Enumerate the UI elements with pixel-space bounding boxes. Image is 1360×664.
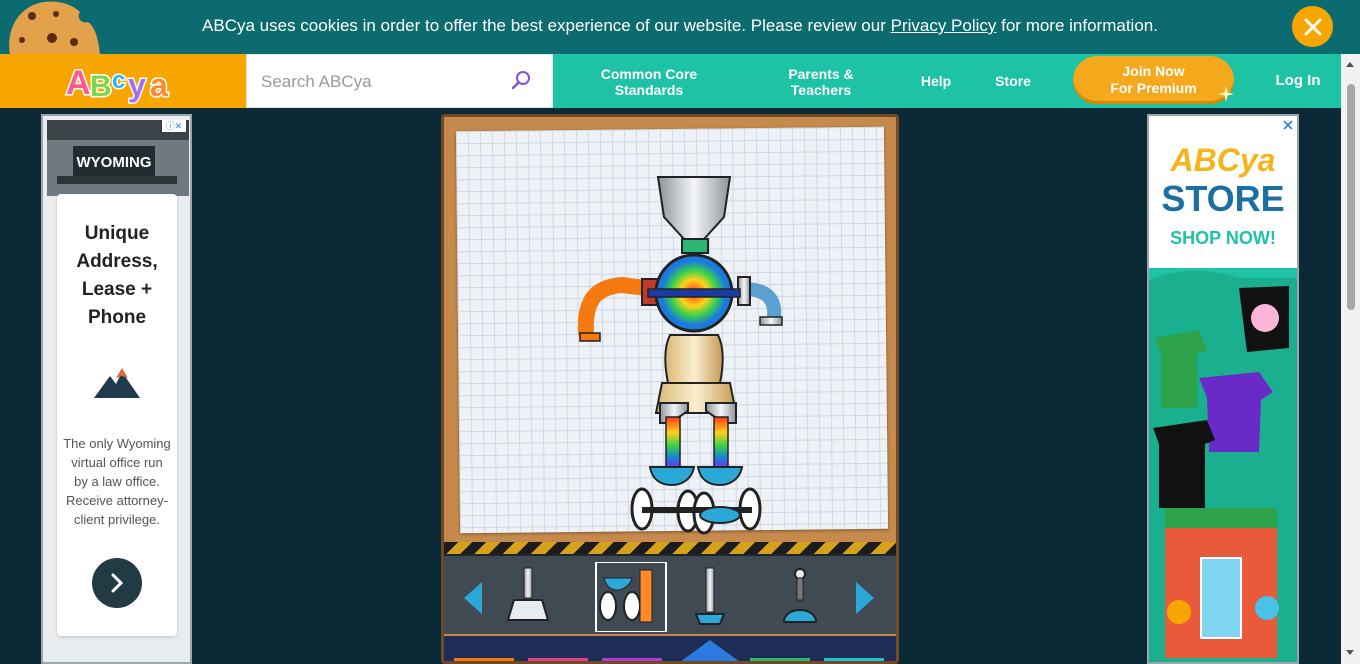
ad-store-image: [1149, 268, 1297, 662]
search-input[interactable]: [261, 69, 501, 95]
page-scrollbar[interactable]: [1341, 54, 1360, 664]
left-ad[interactable]: WYOMING ⓘ✕ Unique Address, Lease + Phone…: [41, 114, 192, 664]
right-ad[interactable]: ABCya STORE SHOP NOW!: [1147, 114, 1299, 664]
robot: [577, 176, 783, 535]
ad-close-button[interactable]: [1281, 118, 1295, 132]
cookie-close-button[interactable]: [1292, 6, 1333, 47]
ad-store-logo: ABCya: [1170, 142, 1276, 178]
tray-prev-arrow[interactable]: [464, 582, 482, 614]
search-icon[interactable]: [510, 69, 532, 91]
ad-headline-line: Lease +: [81, 279, 153, 300]
svg-text:a: a: [150, 67, 168, 103]
ad-headline-line: Address,: [76, 251, 158, 272]
ad-shop-now[interactable]: SHOP NOW!: [1149, 228, 1297, 249]
scroll-thumb[interactable]: [1347, 84, 1355, 310]
part-steel-leg[interactable]: [502, 562, 554, 632]
ad-store-title: STORE: [1161, 178, 1285, 219]
ad-store-header: ABCya STORE SHOP NOW!: [1149, 116, 1297, 268]
search-box: [246, 54, 553, 108]
part-rainbow-leg[interactable]: [592, 562, 668, 632]
nav-parents-teachers[interactable]: Parents & Teachers: [766, 66, 876, 98]
ad-headline-line: Phone: [87, 307, 147, 328]
cookie-text-before: ABCya uses cookies in order to offer the…: [202, 16, 891, 35]
category-tab-teal[interactable]: [824, 658, 884, 661]
main-nav: A B c y a Common Core Standards Parents …: [0, 54, 1341, 108]
part-plunger-leg[interactable]: [774, 562, 826, 632]
category-tab-pink[interactable]: [528, 658, 588, 661]
nav-common-core-line2: Standards: [614, 82, 684, 98]
privacy-policy-link[interactable]: Privacy Policy: [891, 16, 997, 35]
nav-common-core[interactable]: Common Core Standards: [584, 66, 714, 98]
close-icon: [1304, 18, 1321, 35]
nav-store[interactable]: Store: [986, 73, 1040, 89]
game-canvas[interactable]: [441, 114, 899, 664]
svg-text:c: c: [112, 67, 125, 94]
ad-body: The only Wyoming virtual office run by a…: [57, 434, 177, 529]
scroll-up-arrow[interactable]: [1346, 62, 1354, 67]
category-tab-green[interactable]: [750, 658, 810, 661]
cookie-text-after: for more information.: [996, 16, 1158, 35]
nav-help[interactable]: Help: [910, 73, 962, 89]
nav-common-core-line1: Common Core: [600, 66, 698, 82]
cookie-message: ABCya uses cookies in order to offer the…: [0, 16, 1360, 36]
category-tab-purple[interactable]: [602, 658, 662, 661]
logo-area: A B c y a: [0, 54, 246, 108]
ad-body-line: client privilege.: [74, 512, 160, 527]
ad-choices-icon[interactable]: ⓘ✕: [162, 120, 186, 132]
nav-parents-line1: Parents &: [788, 66, 854, 82]
tray-next-arrow[interactable]: [856, 582, 874, 614]
ad-body-line: by a law office.: [74, 474, 160, 489]
parts-tray: [444, 554, 896, 634]
svg-text:B: B: [90, 70, 112, 103]
join-premium-button[interactable]: Join Now For Premium: [1073, 56, 1234, 104]
premium-line1: Join Now: [1122, 63, 1185, 79]
ad-body-line: The only Wyoming: [63, 436, 171, 451]
part-spring-leg[interactable]: [684, 562, 736, 632]
hazard-stripe: [444, 542, 896, 554]
mountain-logo-icon: [94, 368, 140, 398]
category-tab-orange[interactable]: [454, 658, 514, 661]
cookie-banner: ABCya uses cookies in order to offer the…: [0, 0, 1360, 54]
chevron-right-icon: [111, 573, 124, 593]
category-bar: [444, 636, 896, 661]
billboard-text: WYOMING: [77, 154, 152, 171]
scroll-down-arrow[interactable]: [1346, 650, 1354, 655]
ad-body-line: Receive attorney-: [66, 493, 168, 508]
ad-body-line: virtual office run: [71, 455, 163, 470]
abcya-logo[interactable]: A B c y a: [64, 58, 184, 105]
nav-parents-line2: Teachers: [790, 82, 852, 98]
merch-illustration-icon: [1149, 268, 1297, 662]
ad-card: Unique Address, Lease + Phone The only W…: [57, 194, 177, 636]
sparkle-icon: [1218, 86, 1234, 102]
category-selector-arrow: [680, 640, 740, 661]
ad-next-button[interactable]: [92, 558, 142, 608]
ad-headline-line: Unique: [84, 223, 150, 244]
svg-text:y: y: [128, 67, 146, 103]
ad-headline: Unique Address, Lease + Phone: [57, 220, 177, 332]
premium-line2: For Premium: [1110, 80, 1197, 96]
svg-text:A: A: [66, 64, 91, 102]
close-icon: [1283, 120, 1293, 130]
nav-login[interactable]: Log In: [1266, 73, 1330, 89]
